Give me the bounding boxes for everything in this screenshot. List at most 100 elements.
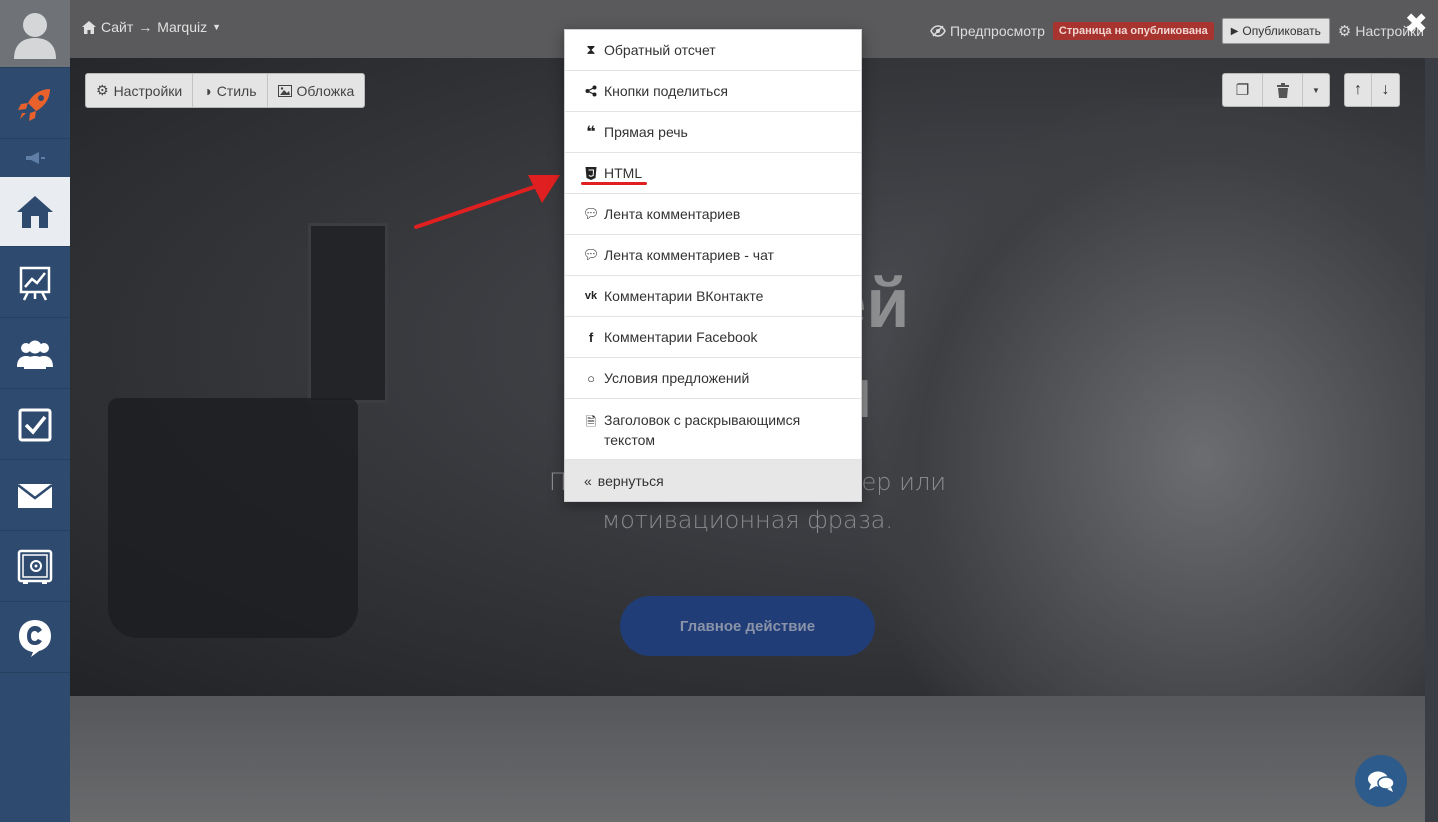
menu-item-share-buttons[interactable]: Кнопки поделиться	[565, 71, 861, 112]
menu-item-label: HTML	[604, 165, 643, 181]
sidebar-item-home[interactable]	[0, 177, 70, 247]
move-up-button[interactable]: ↑	[1345, 74, 1372, 106]
caret-down-icon: ▼	[1312, 85, 1320, 95]
rocket-icon	[18, 88, 50, 121]
circle-icon: ○	[587, 370, 595, 386]
chart-board-icon	[19, 266, 51, 301]
menu-item-label: Обратный отсчет	[604, 42, 716, 58]
preview-label: Предпросмотр	[949, 23, 1045, 39]
sidebar-item-analytics[interactable]	[0, 248, 70, 318]
user-icon	[14, 12, 56, 59]
file-text-icon: 🗎︎	[585, 414, 597, 429]
user-avatar[interactable]	[0, 0, 70, 68]
menu-back-label: вернуться	[597, 472, 664, 489]
delete-button[interactable]	[1263, 74, 1303, 106]
menu-item-facebook-comments[interactable]: f Комментарии Facebook	[565, 317, 861, 358]
sidebar-item-announcements[interactable]	[0, 141, 70, 175]
home-icon	[82, 20, 96, 34]
left-sidebar	[0, 0, 70, 822]
menu-item-offer-terms[interactable]: ○ Условия предложений	[565, 358, 861, 399]
trash-icon	[1276, 82, 1289, 98]
home-icon	[17, 195, 53, 228]
block-settings-button[interactable]: ⚙ Настройки	[86, 74, 194, 107]
chat-widget-button[interactable]	[1355, 755, 1407, 807]
breadcrumb-current[interactable]: Marquiz	[157, 19, 207, 35]
block-cover-label: Обложка	[296, 82, 355, 99]
menu-item-label: Комментарии ВКонтакте	[604, 288, 764, 304]
preview-link[interactable]: Предпросмотр	[930, 23, 1045, 39]
html-underline-annotation	[581, 182, 647, 185]
hourglass-icon: ⧗	[586, 42, 596, 57]
sidebar-item-tasks[interactable]	[0, 390, 70, 460]
vk-icon: vk	[584, 290, 598, 302]
comments-icon: 💬︎	[582, 247, 600, 262]
arrow-down-icon: ↓	[1381, 81, 1390, 98]
c-logo-icon	[19, 619, 51, 657]
menu-item-label: Кнопки поделиться	[604, 83, 728, 99]
html5-icon	[585, 166, 597, 180]
block-toolbar: ⚙ Настройки ◑ Стиль Обложка	[85, 73, 366, 108]
menu-item-countdown[interactable]: ⧗ Обратный отсчет	[565, 30, 861, 71]
envelope-icon	[17, 483, 53, 508]
menu-item-label: Заголовок с раскрывающимся текстом	[604, 412, 801, 448]
menu-item-label: Условия предложений	[604, 370, 750, 386]
cover-photo-paper	[70, 696, 1425, 822]
menu-item-label: Лента комментариев	[604, 206, 741, 222]
annotation-arrow	[414, 175, 560, 229]
chat-icon	[1368, 771, 1395, 792]
comments-icon: 💬︎	[582, 206, 600, 221]
gear-icon: ⚙	[1337, 23, 1352, 40]
breadcrumb-root[interactable]: Сайт	[101, 19, 133, 35]
breadcrumb: Сайт → Marquiz ▼	[82, 19, 221, 35]
menu-item-expandable-heading[interactable]: 🗎︎ Заголовок с раскрывающимся текстом	[565, 399, 861, 460]
status-badge: Страница на опубликована	[1052, 22, 1214, 40]
publish-label: Опубликовать	[1242, 24, 1321, 38]
sidebar-item-mail[interactable]	[0, 461, 70, 531]
quote-icon: ❝	[586, 124, 596, 141]
close-icon[interactable]: ✖	[1405, 10, 1428, 38]
hero-subtitle-line2[interactable]: мотивационная фраза.	[70, 501, 1425, 539]
move-buttons: ↑ ↓	[1344, 73, 1400, 107]
eye-slash-icon	[930, 25, 946, 37]
play-icon: ▶	[1230, 25, 1239, 37]
menu-item-quote[interactable]: ❝ Прямая речь	[565, 112, 861, 153]
block-actions: ❐ ▼	[1222, 73, 1330, 107]
chevron-down-icon[interactable]: ▼	[212, 22, 221, 32]
share-icon	[585, 85, 597, 97]
sidebar-item-launch[interactable]	[0, 69, 70, 139]
checkbox-icon	[18, 408, 52, 441]
main-action-button[interactable]: Главное действие	[620, 596, 875, 656]
menu-item-label: Лента комментариев - чат	[604, 247, 774, 263]
facebook-icon: f	[588, 329, 594, 345]
adjust-icon: ◑	[203, 82, 212, 99]
topbar-actions: Предпросмотр Страница на опубликована ▶ …	[930, 18, 1424, 44]
publish-button[interactable]: ▶ Опубликовать	[1221, 18, 1330, 44]
menu-back-button[interactable]: « вернуться	[565, 460, 861, 501]
safe-icon	[17, 549, 53, 584]
copy-button[interactable]: ❐	[1223, 74, 1263, 106]
double-chevron-left-icon: «	[584, 472, 592, 489]
add-block-dropdown: ⧗ Обратный отсчет Кнопки поделиться ❝ Пр…	[564, 29, 862, 502]
sidebar-item-safe[interactable]	[0, 532, 70, 602]
menu-item-html[interactable]: HTML	[565, 153, 861, 194]
block-style-button[interactable]: ◑ Стиль	[193, 74, 268, 107]
image-icon	[277, 84, 292, 97]
menu-item-comments-feed[interactable]: 💬︎ Лента комментариев	[565, 194, 861, 235]
users-icon	[17, 340, 53, 369]
menu-item-vk-comments[interactable]: vk Комментарии ВКонтакте	[565, 276, 861, 317]
sidebar-item-users[interactable]	[0, 319, 70, 389]
block-style-label: Стиль	[216, 82, 257, 99]
sidebar-item-chat-service[interactable]	[0, 603, 70, 673]
block-cover-button[interactable]: Обложка	[268, 74, 365, 107]
menu-item-comments-chat[interactable]: 💬︎ Лента комментариев - чат	[565, 235, 861, 276]
block-settings-label: Настройки	[113, 82, 183, 99]
menu-item-label: Прямая речь	[604, 124, 688, 140]
gear-icon: ⚙	[96, 82, 109, 98]
copy-icon: ❐	[1235, 82, 1250, 99]
move-down-button[interactable]: ↓	[1372, 74, 1399, 106]
breadcrumb-separator: →	[138, 19, 153, 35]
arrow-up-icon: ↑	[1354, 81, 1362, 98]
more-dropdown-button[interactable]: ▼	[1303, 74, 1329, 106]
menu-item-label: Комментарии Facebook	[604, 329, 758, 345]
megaphone-icon	[26, 152, 45, 164]
